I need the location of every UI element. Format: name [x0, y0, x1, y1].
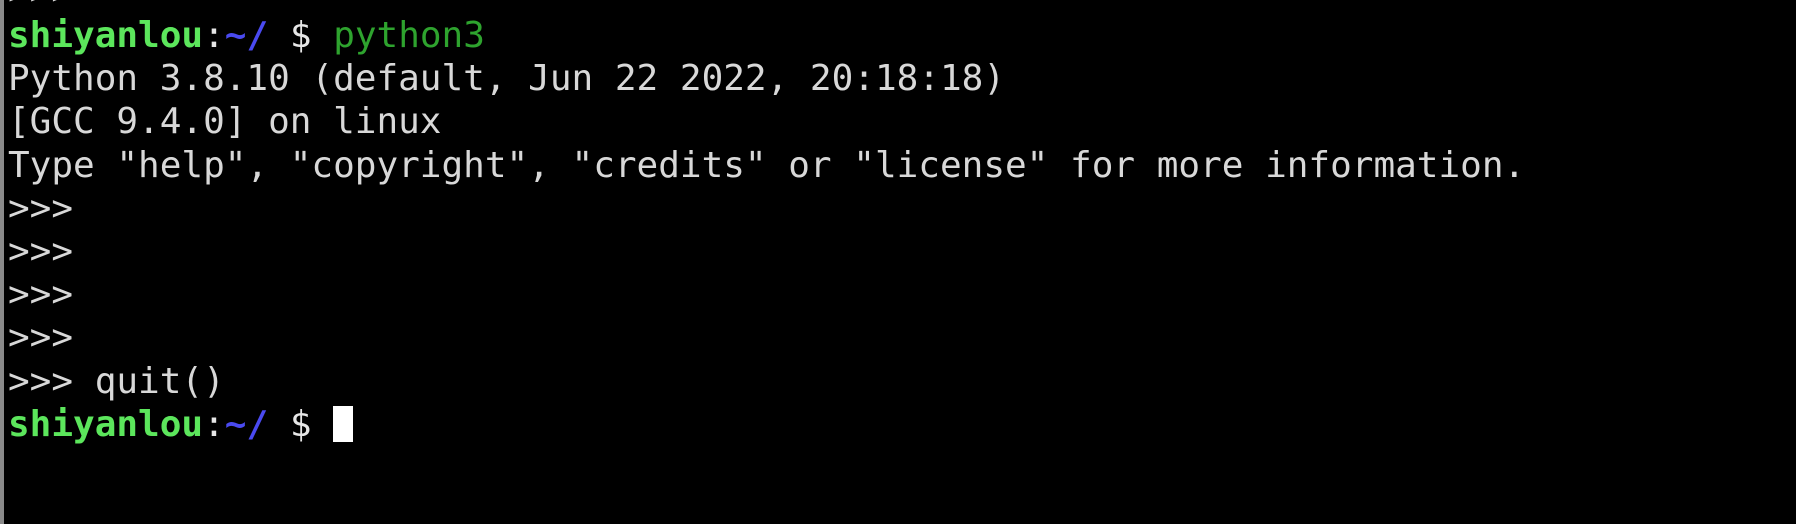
python-prompt-empty-3: >>> — [8, 274, 74, 316]
typed-command-quit: quit() — [73, 360, 225, 402]
window-left-border — [0, 0, 4, 524]
python-prompt-glyph-quit: >>> — [8, 360, 74, 402]
python-prompt-empty-2: >>> — [8, 230, 74, 272]
prompt-gap-final — [312, 404, 334, 445]
text-cursor[interactable] — [333, 405, 354, 442]
prompt-space-final — [268, 404, 290, 445]
prompt-username: shiyanlou — [8, 15, 204, 56]
prompt-path: ~/ — [224, 15, 269, 56]
terminal-screen[interactable]: >>> shiyanlou:~/ $ python3 Python 3.8.10… — [4, 0, 1796, 524]
prompt-dollar-sign-final: $ — [289, 403, 312, 445]
python-banner-help-hint: Type "help", "copyright", "credits" or "… — [8, 144, 1526, 186]
python-banner-version: Python 3.8.10 (default, Jun 22 2022, 20:… — [8, 58, 1005, 100]
prompt-dollar-sign: $ — [289, 15, 312, 56]
python-prompt-empty-4: >>> — [8, 317, 74, 359]
scrolled-line-top: >>> — [8, 0, 1796, 14]
python-prompt-empty-1: >>> — [8, 187, 74, 229]
prompt-colon-final: : — [203, 403, 225, 445]
python-prompt-quit-line: >>> quit() — [8, 360, 1796, 403]
python-prompt-glyph: >>> — [8, 0, 73, 14]
shell-prompt-line-python3: shiyanlou:~/ $ python3 — [8, 14, 1796, 57]
shell-prompt-line-final[interactable]: shiyanlou:~/ $ — [8, 403, 1796, 446]
typed-command-python3: python3 — [333, 15, 485, 56]
prompt-gap — [312, 15, 334, 56]
python-banner-compiler: [GCC 9.4.0] on linux — [8, 101, 442, 143]
prompt-colon: : — [203, 15, 225, 56]
terminal-window[interactable]: >>> shiyanlou:~/ $ python3 Python 3.8.10… — [0, 0, 1796, 524]
prompt-username-final: shiyanlou — [8, 403, 204, 445]
prompt-path-final: ~/ — [224, 403, 269, 445]
